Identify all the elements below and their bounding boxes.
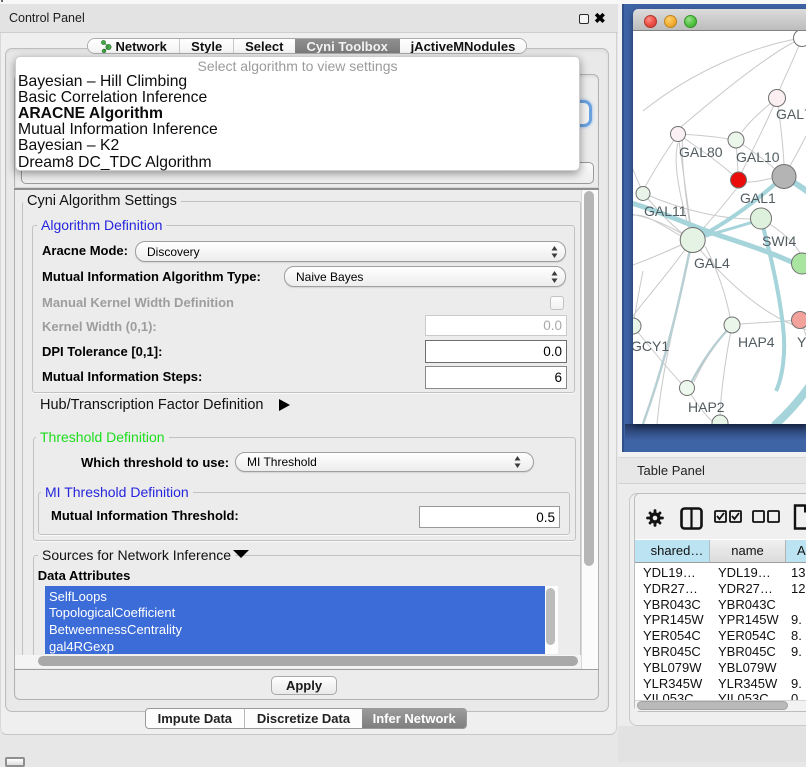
svg-text:GAL7: GAL7 (776, 106, 806, 122)
svg-text:GAL80: GAL80 (679, 144, 723, 160)
svg-text:GAL1: GAL1 (740, 190, 776, 206)
svg-text:GCY1: GCY1 (633, 338, 669, 354)
svg-text:SWI4: SWI4 (762, 233, 796, 249)
svg-text:Y: Y (797, 334, 806, 350)
svg-text:HAP2: HAP2 (688, 399, 725, 415)
svg-text:GAL11: GAL11 (644, 203, 687, 219)
svg-text:GAL10: GAL10 (736, 149, 780, 165)
svg-text:HAP4: HAP4 (738, 334, 775, 350)
svg-text:GAL4: GAL4 (694, 255, 730, 271)
